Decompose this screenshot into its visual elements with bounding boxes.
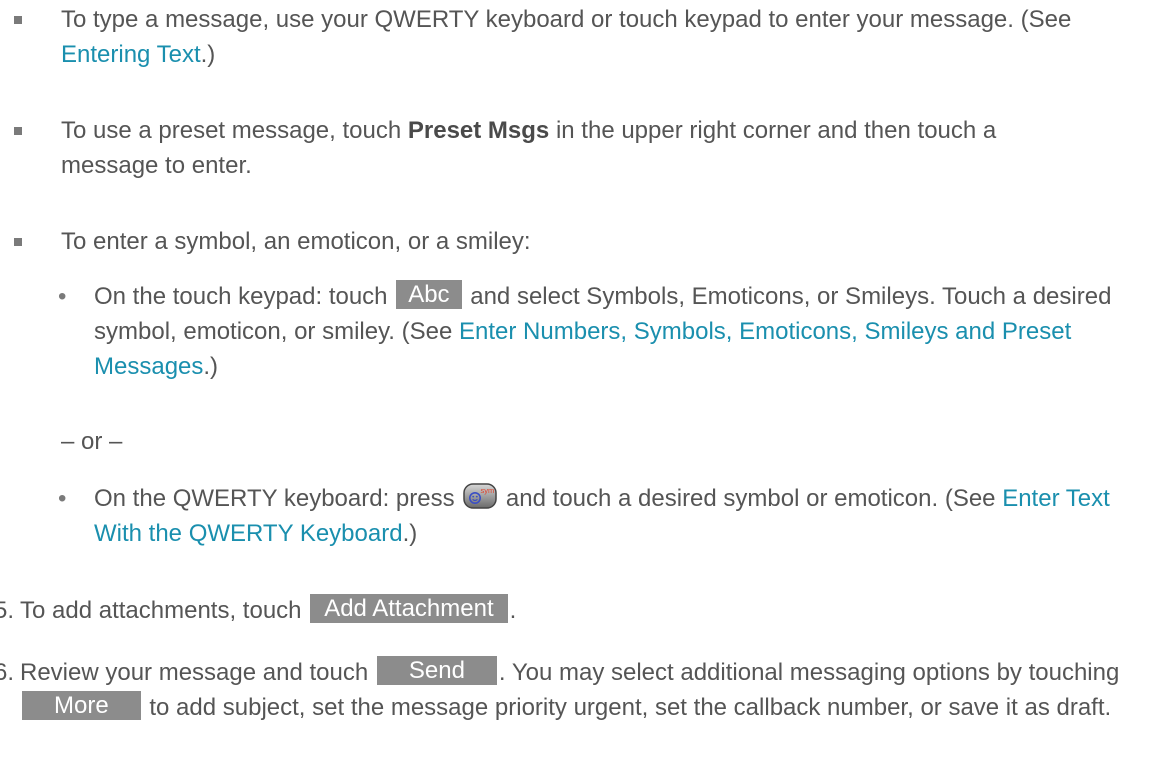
- send-button[interactable]: Send: [376, 656, 497, 685]
- or-separator: – or –: [61, 424, 122, 459]
- round-bullet-icon: •: [58, 485, 67, 512]
- step-text: to add subject, set the message priority…: [142, 694, 1112, 721]
- sym-smiley-key-icon[interactable]: sym: [463, 483, 498, 509]
- square-bullet-icon: [14, 127, 22, 135]
- step-5: To add attachments, touch Add Attachment…: [20, 593, 1120, 628]
- sub-bullet-text: and touch a desired symbol or emoticon. …: [499, 485, 1003, 512]
- step-text: . You may select additional messaging op…: [498, 659, 1120, 686]
- or-separator-text: – or –: [61, 428, 123, 455]
- step-number: 5.: [0, 597, 15, 624]
- step-6: Review your message and touch Send. You …: [20, 655, 1130, 725]
- square-bullet-icon: [14, 238, 22, 246]
- bullet-text: To use a preset message, touch: [61, 117, 408, 144]
- abc-key-button[interactable]: Abc: [396, 280, 462, 309]
- bullet-type-message: To type a message, use your QWERTY keybo…: [61, 2, 1111, 72]
- bullet-symbol: To enter a symbol, an emoticon, or a smi…: [61, 224, 1111, 259]
- step-text: Review your message and touch: [20, 659, 375, 686]
- step-text: To add attachments, touch: [20, 597, 309, 624]
- link-entering-text[interactable]: Entering Text: [61, 41, 201, 68]
- document-page: To type a message, use your QWERTY keybo…: [0, 0, 1151, 772]
- sub-bullet-text: .): [402, 520, 418, 547]
- preset-msgs-label: Preset Msgs: [407, 117, 550, 144]
- round-bullet-icon: •: [58, 283, 67, 310]
- square-bullet-icon: [14, 16, 22, 24]
- bullet-preset-message: To use a preset message, touch Preset Ms…: [61, 113, 1081, 183]
- sub-bullet-text: On the QWERTY keyboard: press: [94, 485, 462, 512]
- svg-text:sym: sym: [481, 486, 495, 495]
- sub-bullet-qwerty: On the QWERTY keyboard: press sym and to…: [94, 481, 1134, 551]
- bullet-text: To type a message, use your QWERTY keybo…: [61, 6, 1072, 33]
- sub-bullet-touch-keypad: On the touch keypad: touch Abc and selec…: [94, 279, 1124, 384]
- add-attachment-button[interactable]: Add Attachment: [310, 594, 508, 623]
- bullet-text: To enter a symbol, an emoticon, or a smi…: [61, 228, 531, 255]
- bullet-text: .): [200, 41, 216, 68]
- step-text: .: [509, 597, 517, 624]
- more-button[interactable]: More: [22, 691, 141, 720]
- sub-bullet-text: On the touch keypad: touch: [94, 283, 395, 310]
- step-number: 6.: [0, 659, 15, 686]
- sub-bullet-text: .): [203, 353, 219, 380]
